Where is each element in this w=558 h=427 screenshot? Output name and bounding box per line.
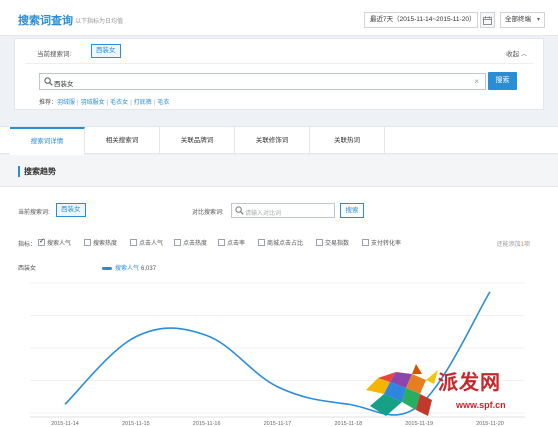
tab-search-term-detail[interactable]: 搜索词详情: [10, 127, 85, 155]
tab-related-modifiers[interactable]: 关联修饰词: [235, 127, 310, 155]
watermark-brand: 派发网: [438, 370, 501, 394]
watermark: 派发网 www.spf.cn: [356, 360, 556, 424]
recommend-link[interactable]: 羽绒服: [57, 100, 75, 106]
date-range-select[interactable]: 最近7天（2015-11-14~2015-11-20）: [364, 12, 478, 28]
search-panel: 当前搜索词: 西装女 收起 ︿ 西装女 × 搜索 推荐：羽绒服 | 羽绒服女 | 毛衣女…: [14, 38, 544, 110]
search-input-value: 西装女: [54, 81, 74, 88]
divider: [25, 63, 533, 64]
x-tick-label: 2015-11-14: [51, 421, 79, 427]
search-button[interactable]: 搜索: [488, 72, 517, 90]
current-term-label: 当前搜索词:: [37, 51, 72, 58]
current-term-tag: 西装女: [91, 44, 121, 58]
x-tick-label: 2015-11-17: [264, 421, 292, 427]
chevron-down-icon: ▾: [536, 17, 540, 23]
tab-bar: 搜索词详情 相关搜索词 关联品牌词 关联修饰词 关联热词: [0, 126, 558, 155]
collapse-label: 收起: [506, 51, 520, 58]
bull-logo-icon: [366, 364, 438, 416]
recommend-link[interactable]: 打底裤: [134, 100, 152, 106]
watermark-url: www.spf.cn: [456, 400, 506, 410]
chevron-up-icon: ︿: [520, 52, 527, 58]
search-icon: [44, 77, 53, 86]
collapse-toggle[interactable]: 收起 ︿: [506, 48, 527, 58]
terminal-select[interactable]: 全部终端 ▾: [500, 12, 545, 28]
page-subtitle: 以下指标为日均值: [75, 19, 124, 25]
recommend-link[interactable]: 毛衣: [157, 100, 169, 106]
tab-related-brands[interactable]: 关联品牌词: [160, 127, 235, 155]
calendar-icon[interactable]: [480, 12, 495, 28]
recommend-link[interactable]: 毛衣女: [110, 100, 128, 106]
recommend-label: 推荐：: [39, 100, 58, 106]
page-header: 搜索词查询 以下指标为日均值 最近7天（2015-11-14~2015-11-2…: [0, 0, 558, 36]
recommend-list: 推荐：羽绒服 | 羽绒服女 | 毛衣女 | 打底裤 | 毛衣: [39, 100, 170, 106]
x-tick-label: 2015-11-16: [193, 421, 221, 427]
terminal-select-label: 全部终端: [505, 16, 531, 23]
x-tick-label: 2015-11-15: [122, 421, 150, 427]
page-title: 搜索词查询: [18, 15, 73, 27]
recommend-link[interactable]: 羽绒服女: [81, 100, 105, 106]
clear-icon[interactable]: ×: [474, 77, 479, 86]
search-input[interactable]: 西装女 ×: [39, 73, 486, 90]
tab-related-hot-terms[interactable]: 关联热词: [310, 127, 385, 155]
tab-related-terms[interactable]: 相关搜索词: [85, 127, 160, 155]
